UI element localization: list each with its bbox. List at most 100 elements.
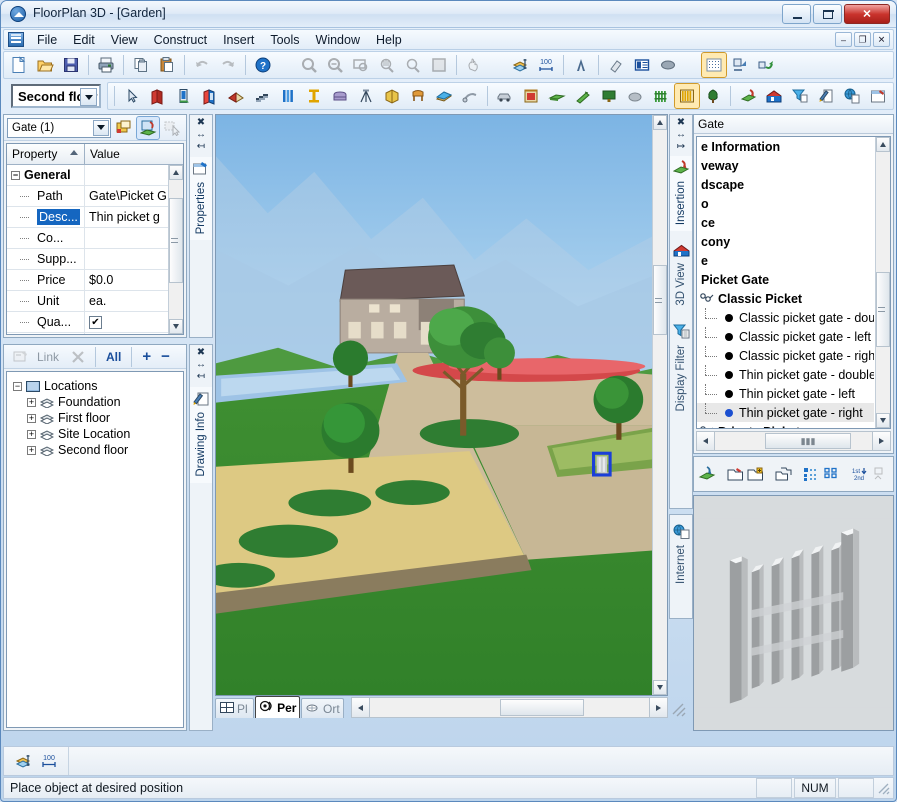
list-item[interactable]: Classic picket gate - double — [697, 307, 874, 327]
zoom-out-icon[interactable] — [323, 53, 347, 77]
tab-internet[interactable]: Internet — [670, 520, 692, 590]
autohide-icon[interactable]: ↤ — [197, 142, 205, 152]
table-row[interactable]: Qua... ✔ — [7, 312, 183, 333]
open-icon[interactable] — [33, 53, 57, 77]
table-row[interactable]: Supp... — [7, 249, 183, 270]
close-icon[interactable]: ✖ — [197, 348, 205, 358]
tree-node-second-floor[interactable]: + Second floor — [7, 442, 183, 458]
apply-property-icon[interactable] — [136, 115, 160, 140]
scroll-down-button[interactable] — [876, 413, 890, 428]
tree-item-driveway[interactable]: veway — [697, 156, 874, 175]
sort-icon[interactable]: 1st 2nd — [850, 462, 870, 486]
list-item-selected[interactable]: Thin picket gate - right — [697, 402, 874, 422]
plumbing-icon[interactable] — [458, 84, 482, 108]
menu-item-edit[interactable]: Edit — [65, 31, 103, 49]
scroll-up-button[interactable] — [876, 137, 890, 152]
tree-icon[interactable] — [701, 84, 725, 108]
table-row[interactable]: − General — [7, 165, 183, 186]
catalog-tree[interactable]: e Information veway dscape o ce cony e P… — [696, 136, 891, 429]
float-icon[interactable]: ↔ — [196, 130, 206, 140]
undo-icon[interactable] — [190, 53, 214, 77]
list-item[interactable]: Thin picket gate - left — [697, 383, 874, 403]
collapse-all-icon[interactable]: − — [157, 348, 174, 365]
scroll-down-button[interactable] — [169, 319, 183, 334]
pool-icon[interactable] — [432, 84, 456, 108]
column-header-value[interactable]: Value — [85, 144, 183, 164]
tree-item-classic-picket[interactable]: Classic Picket — [697, 289, 874, 308]
new-catalog-icon[interactable] — [726, 462, 744, 486]
zoom-in-icon[interactable] — [297, 53, 321, 77]
door-icon[interactable] — [172, 84, 196, 108]
zoom-previous-icon[interactable] — [401, 53, 425, 77]
fence-icon[interactable] — [649, 84, 673, 108]
print-icon[interactable] — [94, 53, 118, 77]
text-icon[interactable] — [569, 53, 593, 77]
tree-item-balcony[interactable]: cony — [697, 232, 874, 251]
new-property-icon[interactable] — [113, 117, 135, 139]
layers-icon[interactable] — [508, 53, 532, 77]
window-resize-grip[interactable] — [876, 781, 890, 795]
redo-icon[interactable] — [216, 53, 240, 77]
close-icon[interactable]: ✖ — [677, 118, 685, 128]
detail-view-icon[interactable] — [822, 462, 840, 486]
wall-icon[interactable] — [146, 84, 170, 108]
grid-icon[interactable] — [701, 52, 727, 78]
mdi-minimize-button[interactable]: – — [835, 32, 852, 47]
menu-item-view[interactable]: View — [103, 31, 146, 49]
tree-item-landscape[interactable]: dscape — [697, 175, 874, 194]
scroll-up-button[interactable] — [169, 165, 183, 180]
scale-status-icon[interactable]: 100 — [37, 749, 61, 773]
rock-icon[interactable] — [623, 84, 647, 108]
collapse-icon[interactable]: − — [11, 170, 20, 180]
save-icon[interactable] — [59, 53, 83, 77]
tree-node-first-floor[interactable]: + First floor — [7, 410, 183, 426]
arrange-icon[interactable] — [872, 462, 890, 486]
tab-drawing-info[interactable]: Drawing Info — [190, 387, 212, 483]
list-item[interactable]: Classic picket gate - right — [697, 345, 874, 365]
menu-item-window[interactable]: Window — [308, 31, 368, 49]
pick-property-icon[interactable] — [161, 117, 183, 139]
maximize-button[interactable] — [813, 4, 842, 24]
scrollbar-thumb[interactable] — [653, 265, 667, 335]
tab-3d-view[interactable]: 3D View — [670, 239, 692, 312]
scroll-down-button[interactable] — [653, 680, 667, 695]
expand-icon[interactable]: + — [27, 429, 36, 439]
expand-all-icon[interactable]: + — [138, 348, 155, 365]
edit-link-icon[interactable] — [9, 346, 31, 368]
tree-item-fence[interactable]: ce — [697, 213, 874, 232]
tree-item-site-information[interactable]: e Information — [697, 137, 874, 156]
column-header-property[interactable]: Property — [7, 144, 85, 164]
catalog-hscrollbar[interactable]: ▮▮▮ — [696, 431, 891, 451]
eraser-icon[interactable] — [604, 53, 628, 77]
hscrollbar-track[interactable]: ▮▮▮ — [715, 432, 872, 450]
insertion-panel-icon[interactable] — [736, 84, 760, 108]
scroll-left-button[interactable] — [352, 698, 370, 717]
tree-node-site-location[interactable]: + Site Location — [7, 426, 183, 442]
garden-3d-scene[interactable] — [216, 115, 667, 696]
table-row[interactable]: Desc... Thin picket g — [7, 207, 183, 228]
layer-status-icon[interactable] — [11, 749, 35, 773]
table-row[interactable]: Path Gate\Picket G — [7, 186, 183, 207]
menu-item-help[interactable]: Help — [368, 31, 410, 49]
tab-display-filter[interactable]: Display Filter — [670, 320, 692, 417]
tab-ortho-view[interactable]: Ort — [301, 698, 345, 718]
list-item[interactable]: Classic picket gate - left — [697, 326, 874, 346]
copy-icon[interactable] — [129, 53, 153, 77]
new-icon[interactable] — [7, 53, 31, 77]
object-preview-pane[interactable] — [693, 495, 894, 731]
minimize-button[interactable] — [782, 4, 811, 24]
scrollbar-thumb[interactable] — [169, 198, 183, 283]
scroll-right-button[interactable] — [872, 432, 890, 450]
add-catalog-icon[interactable] — [746, 462, 764, 486]
mdi-close-button[interactable]: ✕ — [873, 32, 890, 47]
floor-selector[interactable]: Second floor — [11, 84, 101, 108]
close-icon[interactable]: ✖ — [197, 118, 205, 128]
menu-item-tools[interactable]: Tools — [262, 31, 307, 49]
window-icon[interactable] — [198, 84, 222, 108]
close-button[interactable]: ✕ — [844, 4, 890, 24]
scrollbar-thumb[interactable] — [500, 699, 584, 716]
tree-item-gate[interactable]: e — [697, 251, 874, 270]
tree-item-patio[interactable]: o — [697, 194, 874, 213]
car-icon[interactable] — [493, 84, 517, 108]
mdi-restore-button[interactable]: ❐ — [854, 32, 871, 47]
